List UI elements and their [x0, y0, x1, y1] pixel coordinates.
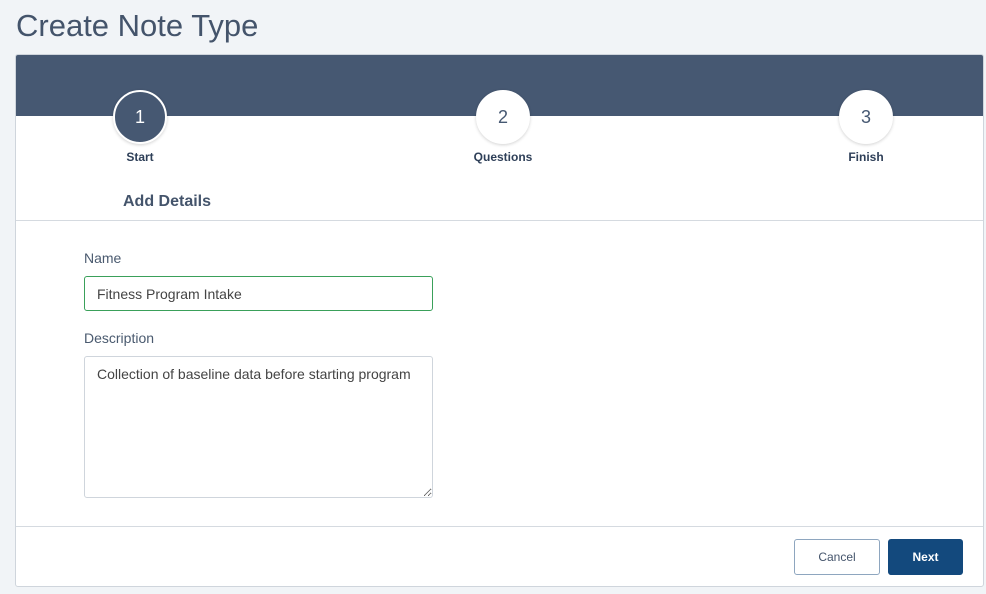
cancel-button[interactable]: Cancel — [794, 539, 880, 575]
step-2-label: Questions — [473, 150, 533, 164]
step-finish[interactable]: 3 Finish — [816, 90, 916, 164]
step-2-circle[interactable]: 2 — [476, 90, 530, 144]
description-label: Description — [84, 330, 155, 346]
name-label: Name — [84, 250, 122, 266]
step-3-label: Finish — [848, 150, 884, 164]
footer-divider — [16, 526, 983, 527]
section-title: Add Details — [123, 193, 212, 210]
page-title: Create Note Type — [16, 8, 259, 43]
section-divider — [16, 220, 983, 221]
step-1-circle[interactable]: 1 — [113, 90, 167, 144]
step-start[interactable]: 1 Start — [90, 90, 190, 164]
step-1-label: Start — [126, 150, 154, 164]
name-input[interactable] — [84, 276, 433, 311]
step-3-circle[interactable]: 3 — [839, 90, 893, 144]
wizard-card: 1 Start 2 Questions 3 Finish Add Details… — [15, 54, 984, 587]
next-button[interactable]: Next — [888, 539, 963, 575]
description-textarea[interactable]: Collection of baseline data before start… — [84, 356, 433, 498]
step-questions[interactable]: 2 Questions — [453, 90, 553, 164]
